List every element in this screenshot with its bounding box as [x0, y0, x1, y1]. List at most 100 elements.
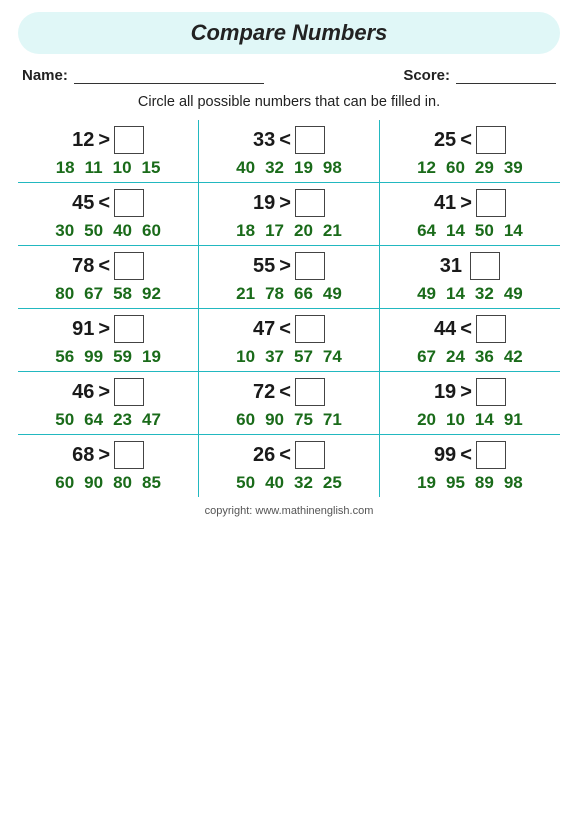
choice-r4-c1-0[interactable]: 60 — [236, 410, 255, 430]
choice-r5-c0-0[interactable]: 60 — [55, 473, 74, 493]
choice-r5-c2-0[interactable]: 19 — [417, 473, 436, 493]
choice-r1-c2-2[interactable]: 50 — [475, 221, 494, 241]
answer-box-r1-c1[interactable] — [295, 189, 325, 217]
choices-r2-c2: 49 14 32 49 — [417, 284, 523, 304]
problem-num-r1-c2: 41 — [434, 192, 456, 215]
choice-r2-c1-0[interactable]: 21 — [236, 284, 255, 304]
choice-r2-c2-2[interactable]: 32 — [475, 284, 494, 304]
choice-r0-c1-0[interactable]: 40 — [236, 158, 255, 178]
answer-box-r1-c2[interactable] — [476, 189, 506, 217]
choice-r4-c2-2[interactable]: 14 — [475, 410, 494, 430]
answer-box-r0-c2[interactable] — [476, 126, 506, 154]
choice-r3-c1-1[interactable]: 37 — [265, 347, 284, 367]
choice-r1-c0-0[interactable]: 30 — [55, 221, 74, 241]
answer-box-r4-c2[interactable] — [476, 378, 506, 406]
choice-r4-c2-0[interactable]: 20 — [417, 410, 436, 430]
answer-box-r0-c0[interactable] — [114, 126, 144, 154]
choice-r2-c1-3[interactable]: 49 — [323, 284, 342, 304]
choice-r3-c0-2[interactable]: 59 — [113, 347, 132, 367]
choice-r2-c2-1[interactable]: 14 — [446, 284, 465, 304]
choice-r4-c0-3[interactable]: 47 — [142, 410, 161, 430]
choice-r5-c1-1[interactable]: 40 — [265, 473, 284, 493]
choice-r0-c0-0[interactable]: 18 — [56, 158, 75, 178]
answer-box-r2-c2[interactable] — [470, 252, 500, 280]
choice-r5-c2-3[interactable]: 98 — [504, 473, 523, 493]
choice-r2-c0-3[interactable]: 92 — [142, 284, 161, 304]
cell-r4-c2: 19 > 20101491 — [379, 372, 560, 435]
choice-r4-c0-0[interactable]: 50 — [55, 410, 74, 430]
choice-r3-c2-2[interactable]: 36 — [475, 347, 494, 367]
choice-r0-c0-1[interactable]: 11 — [85, 158, 103, 178]
choice-r3-c0-3[interactable]: 19 — [142, 347, 161, 367]
choice-r0-c2-1[interactable]: 60 — [446, 158, 465, 178]
choice-r3-c0-0[interactable]: 56 — [55, 347, 74, 367]
answer-box-r5-c0[interactable] — [114, 441, 144, 469]
choice-r2-c2-3[interactable]: 49 — [504, 284, 523, 304]
choice-r2-c1-1[interactable]: 78 — [265, 284, 284, 304]
choice-r3-c2-3[interactable]: 42 — [504, 347, 523, 367]
answer-box-r3-c2[interactable] — [476, 315, 506, 343]
choice-r1-c1-2[interactable]: 20 — [294, 221, 313, 241]
choice-r0-c2-3[interactable]: 39 — [504, 158, 523, 178]
choice-r5-c1-3[interactable]: 25 — [323, 473, 342, 493]
choice-r4-c2-3[interactable]: 91 — [504, 410, 523, 430]
problem-num-r2-c1: 55 — [253, 255, 275, 278]
name-line[interactable] — [74, 66, 264, 84]
choice-r1-c1-1[interactable]: 17 — [265, 221, 284, 241]
choices-r3-c1: 10 37 57 74 — [236, 347, 342, 367]
choice-r3-c0-1[interactable]: 99 — [84, 347, 103, 367]
problem-num-r5-c0: 68 — [72, 444, 94, 467]
answer-box-r4-c1[interactable] — [295, 378, 325, 406]
choice-r0-c1-1[interactable]: 32 — [265, 158, 284, 178]
choice-r2-c0-2[interactable]: 58 — [113, 284, 132, 304]
choice-r2-c0-0[interactable]: 80 — [55, 284, 74, 304]
answer-box-r2-c0[interactable] — [114, 252, 144, 280]
choice-r5-c0-1[interactable]: 90 — [84, 473, 103, 493]
score-line[interactable] — [456, 66, 556, 84]
choice-r2-c0-1[interactable]: 67 — [84, 284, 103, 304]
choice-r1-c0-1[interactable]: 50 — [84, 221, 103, 241]
choice-r3-c2-1[interactable]: 24 — [446, 347, 465, 367]
problem-op-r1-c0: < — [98, 192, 110, 215]
choice-r1-c0-2[interactable]: 40 — [113, 221, 132, 241]
choice-r0-c1-2[interactable]: 19 — [294, 158, 313, 178]
answer-box-r1-c0[interactable] — [114, 189, 144, 217]
choice-r4-c2-1[interactable]: 10 — [446, 410, 465, 430]
choice-r4-c1-3[interactable]: 71 — [323, 410, 342, 430]
choice-r4-c0-2[interactable]: 23 — [113, 410, 132, 430]
choice-r4-c1-1[interactable]: 90 — [265, 410, 284, 430]
choice-r2-c1-2[interactable]: 66 — [294, 284, 313, 304]
choice-r0-c2-2[interactable]: 29 — [475, 158, 494, 178]
choice-r0-c0-2[interactable]: 10 — [113, 158, 132, 178]
page: Compare Numbers Name: Score: Circle all … — [0, 0, 578, 818]
choice-r5-c2-1[interactable]: 95 — [446, 473, 465, 493]
answer-box-r3-c0[interactable] — [114, 315, 144, 343]
answer-box-r5-c2[interactable] — [476, 441, 506, 469]
choice-r5-c0-2[interactable]: 80 — [113, 473, 132, 493]
choice-r1-c2-3[interactable]: 14 — [504, 221, 523, 241]
choice-r5-c2-2[interactable]: 89 — [475, 473, 494, 493]
answer-box-r0-c1[interactable] — [295, 126, 325, 154]
choice-r1-c2-0[interactable]: 64 — [417, 221, 436, 241]
choice-r0-c2-0[interactable]: 12 — [417, 158, 436, 178]
choice-r0-c1-3[interactable]: 98 — [323, 158, 342, 178]
choice-r5-c1-0[interactable]: 50 — [236, 473, 255, 493]
choice-r3-c2-0[interactable]: 67 — [417, 347, 436, 367]
answer-box-r2-c1[interactable] — [295, 252, 325, 280]
choice-r3-c1-3[interactable]: 74 — [323, 347, 342, 367]
answer-box-r4-c0[interactable] — [114, 378, 144, 406]
choice-r3-c1-0[interactable]: 10 — [236, 347, 255, 367]
choice-r4-c0-1[interactable]: 64 — [84, 410, 103, 430]
choice-r3-c1-2[interactable]: 57 — [294, 347, 313, 367]
choice-r1-c1-3[interactable]: 21 — [323, 221, 342, 241]
choice-r2-c2-0[interactable]: 49 — [417, 284, 436, 304]
choice-r0-c0-3[interactable]: 15 — [142, 158, 161, 178]
answer-box-r5-c1[interactable] — [295, 441, 325, 469]
choice-r5-c0-3[interactable]: 85 — [142, 473, 161, 493]
answer-box-r3-c1[interactable] — [295, 315, 325, 343]
choice-r1-c1-0[interactable]: 18 — [236, 221, 255, 241]
choice-r1-c0-3[interactable]: 60 — [142, 221, 161, 241]
choice-r5-c1-2[interactable]: 32 — [294, 473, 313, 493]
choice-r1-c2-1[interactable]: 14 — [446, 221, 465, 241]
choice-r4-c1-2[interactable]: 75 — [294, 410, 313, 430]
